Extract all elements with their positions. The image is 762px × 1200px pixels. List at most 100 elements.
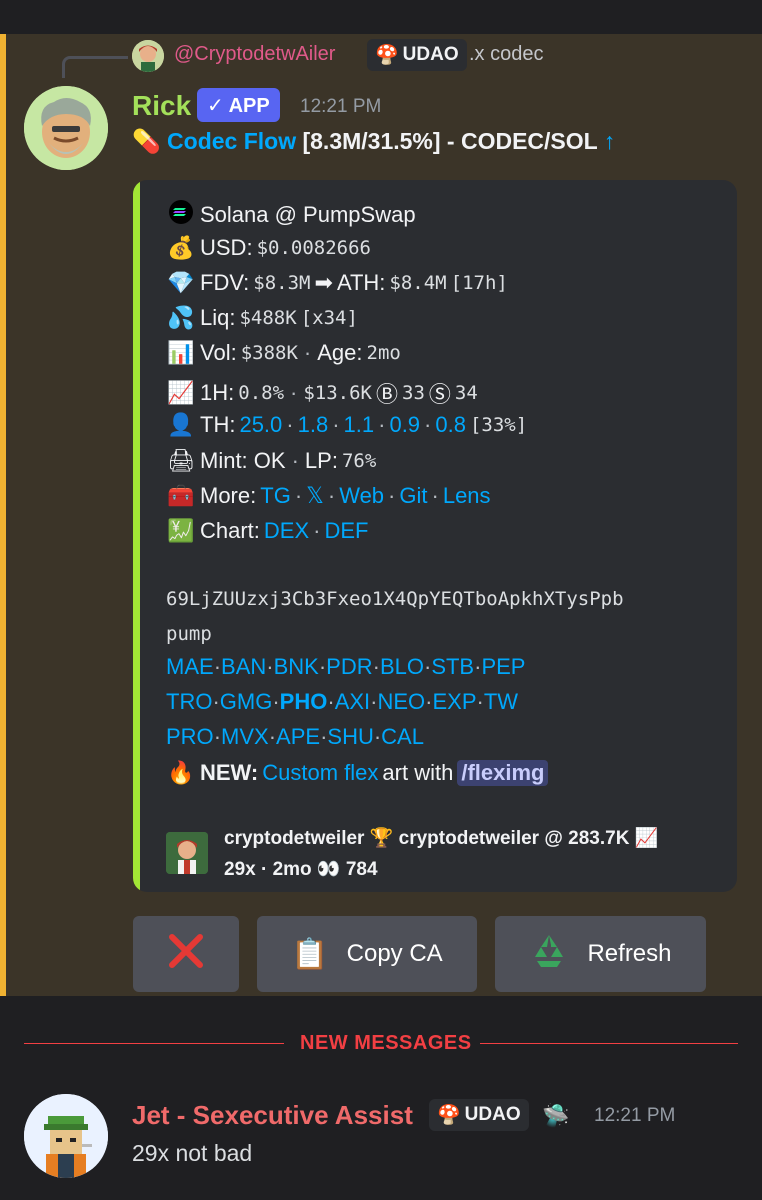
jet-author-name[interactable]: Jet - Sexecutive Assist <box>132 1100 413 1131</box>
custom-flex-link[interactable]: Custom flex <box>262 760 378 786</box>
bot-link[interactable]: SHU <box>327 724 373 749</box>
hour-line: 📈 1H: 0.8% · $13.6K Ⓑ 33 Ⓢ 34 <box>166 377 478 409</box>
token-name-link[interactable]: Codec Flow <box>167 128 296 154</box>
fdv-label: FDV: <box>200 270 250 295</box>
mention-bar <box>0 34 6 996</box>
bot-link[interactable]: TRO <box>166 689 212 714</box>
ath-age: [17h] <box>450 272 508 294</box>
mushroom-icon: 🍄 <box>437 1105 461 1126</box>
author-avatar[interactable] <box>24 86 108 170</box>
ufo-icon: 🛸 <box>542 1103 570 1128</box>
chart-label: Chart: <box>200 518 260 543</box>
holders-label: TH: <box>200 412 236 437</box>
pill-icon: 💊 <box>132 128 161 154</box>
ath-value: $8.4M <box>389 272 447 294</box>
chain-text: Solana @ PumpSwap <box>200 202 416 227</box>
bot-link[interactable]: TW <box>484 689 518 714</box>
telegram-link[interactable]: TG <box>260 483 291 509</box>
new-messages-line-left <box>24 1043 284 1044</box>
bot-links-row-2: TRO·GMG·PHO·AXI·NEO·EXP·TW <box>166 689 519 714</box>
def-link[interactable]: DEF <box>325 518 369 544</box>
more-line: 🧰 More: TG · 𝕏 · Web · Git · Lens <box>167 483 491 509</box>
reply-server-tag[interactable]: 🍄 UDAO <box>367 39 467 71</box>
vol-label: Vol: <box>200 340 237 365</box>
footer-line-2: 29x · 2mo 👀 784 <box>224 859 378 880</box>
contract-suffix[interactable]: pump <box>166 623 212 645</box>
bot-link[interactable]: EXP <box>433 689 477 714</box>
reply-tag-label: UDAO <box>402 44 459 65</box>
copy-ca-label: Copy CA <box>346 940 443 967</box>
jet-server-tag[interactable]: 🍄 UDAO <box>429 1099 529 1131</box>
age-value: 2mo <box>366 342 401 364</box>
refresh-button[interactable]: Refresh <box>495 916 706 992</box>
holder-link[interactable]: 0.9 <box>389 412 420 438</box>
up-arrow-icon: ↑ <box>603 128 616 154</box>
bot-link[interactable]: CAL <box>381 724 424 749</box>
liq-multiplier: [x34] <box>300 307 358 329</box>
bot-links-row-3: PRO·MVX·APE·SHU·CAL <box>166 724 424 749</box>
dex-link[interactable]: DEX <box>264 518 309 544</box>
bot-link[interactable]: BLO <box>380 654 424 679</box>
bot-link[interactable]: NEO <box>377 689 425 714</box>
bot-link[interactable]: GMG <box>220 689 273 714</box>
bot-link[interactable]: APE <box>276 724 320 749</box>
reply-text[interactable]: .x codec <box>469 43 543 66</box>
clipboard-icon: 📋 <box>291 937 329 971</box>
bot-link[interactable]: PDR <box>326 654 372 679</box>
bot-link[interactable]: AXI <box>335 689 370 714</box>
liq-value: $488K <box>239 307 297 329</box>
usd-label: USD: <box>200 235 253 260</box>
lens-link[interactable]: Lens <box>443 483 491 509</box>
liq-line: 💦 Liq: $488K [x34] <box>166 305 358 331</box>
buy-count: 33 <box>402 382 425 404</box>
fdv-line: 💎 FDV: $8.3M ➡ ATH: $8.4M [17h] <box>166 270 508 296</box>
hour-volume: $13.6K <box>303 382 372 404</box>
printer-icon: 🖨 <box>167 448 195 473</box>
lp-value: 76% <box>341 450 377 472</box>
jet-tag-label: UDAO <box>464 1104 521 1125</box>
solana-icon <box>166 200 196 230</box>
usd-line: 💰 USD: $0.0082666 <box>166 235 371 261</box>
copy-ca-button[interactable]: 📋 Copy CA <box>257 916 477 992</box>
contract-address[interactable]: 69LjZUUzxj3Cb3Fxeo1X4QpYEQTboApkhXTysPpb <box>166 588 624 610</box>
git-link[interactable]: Git <box>399 483 427 509</box>
ath-label: ATH: <box>336 270 386 295</box>
refresh-label: Refresh <box>587 940 672 967</box>
toolbox-icon: 🧰 <box>167 483 195 508</box>
bot-link[interactable]: BAN <box>221 654 266 679</box>
bar-chart-icon: 📊 <box>167 340 195 365</box>
dismiss-button[interactable] <box>133 916 239 992</box>
bot-link[interactable]: BNK <box>274 654 319 679</box>
jet-avatar[interactable] <box>24 1094 108 1178</box>
x-link[interactable]: 𝕏 <box>306 483 324 509</box>
money-bag-icon: 💰 <box>167 235 195 260</box>
age-label: Age: <box>317 340 363 365</box>
bot-link[interactable]: MVX <box>221 724 269 749</box>
holders-total: [33%] <box>469 414 528 436</box>
separator: · <box>290 380 298 405</box>
holders-line: 👤 TH: 25.0 · 1.8 · 1.1 · 0.9 · 0.8 [33%] <box>167 412 528 438</box>
bot-link[interactable]: PHO <box>280 689 328 714</box>
promo-label: NEW: <box>200 760 259 785</box>
holder-link[interactable]: 25.0 <box>239 412 282 438</box>
embed-accent-bar <box>133 180 140 892</box>
jet-message-text[interactable]: 29x not bad <box>132 1140 252 1167</box>
fleximg-command[interactable]: /fleximg <box>457 760 549 786</box>
bot-link[interactable]: PRO <box>166 724 214 749</box>
mint-label: Mint: OK <box>200 448 286 473</box>
close-icon <box>166 931 206 978</box>
holder-link[interactable]: 1.1 <box>344 412 375 438</box>
holder-link[interactable]: 1.8 <box>298 412 329 438</box>
author-name[interactable]: Rick <box>132 90 191 122</box>
bot-link[interactable]: MAE <box>166 654 214 679</box>
bot-link[interactable]: STB <box>431 654 474 679</box>
app-badge: ✓ APP <box>197 88 280 122</box>
holder-link[interactable]: 0.8 <box>435 412 466 438</box>
fdv-value: $8.3M <box>253 272 311 294</box>
promo-text: art with <box>382 760 454 785</box>
reply-avatar[interactable] <box>132 40 164 72</box>
reply-author[interactable]: @CryptodetwAiler <box>174 43 335 66</box>
bot-link[interactable]: PEP <box>481 654 525 679</box>
separator: · <box>303 340 312 365</box>
web-link[interactable]: Web <box>339 483 384 509</box>
